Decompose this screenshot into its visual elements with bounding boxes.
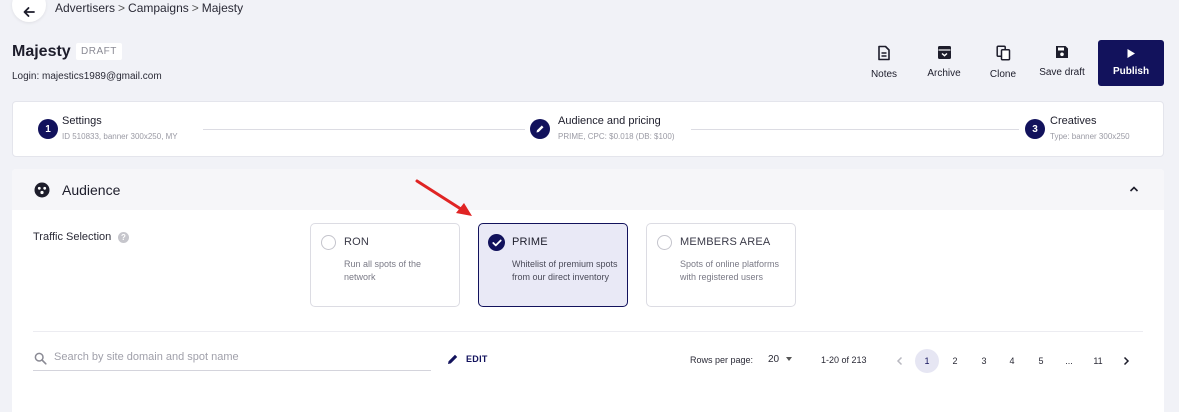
notes-icon (878, 45, 890, 61)
option-title: PRIME (512, 236, 548, 248)
step-2-edit[interactable] (530, 119, 550, 139)
step-1-number[interactable]: 1 (38, 119, 58, 139)
clone-icon (995, 45, 1010, 61)
pagination-range: 1-20 of 213 (821, 355, 867, 365)
spot-search (33, 348, 431, 371)
page-ellipsis: ... (1065, 356, 1073, 366)
publish-button[interactable]: Publish (1098, 40, 1164, 86)
page-11[interactable]: 11 (1086, 349, 1110, 373)
back-button[interactable] (12, 0, 46, 22)
option-title: MEMBERS AREA (680, 236, 771, 248)
step-2-title[interactable]: Audience and pricing (558, 115, 661, 127)
radio-button[interactable] (321, 235, 336, 250)
check-icon (491, 239, 502, 246)
step-1-subtitle: ID 510833, banner 300x250, MY (62, 132, 178, 141)
prev-page-button[interactable] (887, 349, 911, 373)
step-1-title[interactable]: Settings (62, 115, 102, 127)
radio-button[interactable] (657, 235, 672, 250)
breadcrumb-separator: > (191, 1, 199, 15)
step-2-subtitle: PRIME, CPC: $0.018 (DB: $100) (558, 132, 675, 141)
traffic-selection-label: Traffic Selection (33, 231, 112, 243)
rows-per-page-select[interactable]: 20 (768, 354, 779, 365)
option-title: RON (344, 236, 370, 248)
status-badge: DRAFT (76, 43, 122, 60)
step-3-subtitle: Type: banner 300x250 (1050, 132, 1130, 141)
login-email: Login: majestics1989@gmail.com (12, 71, 162, 82)
rows-per-page-label: Rows per page: (690, 355, 754, 365)
section-divider (33, 331, 1143, 332)
traffic-option-ron[interactable]: RON Run all spots of the network (310, 223, 460, 307)
traffic-option-members-area[interactable]: MEMBERS AREA Spots of online platforms w… (646, 223, 796, 307)
breadcrumb-advertisers[interactable]: Advertisers (55, 1, 115, 15)
archive-icon (937, 46, 951, 59)
step-connector (691, 129, 1019, 130)
pencil-icon (448, 354, 458, 364)
page-3[interactable]: 3 (972, 349, 996, 373)
page-title: Majesty (12, 43, 71, 60)
audience-title: Audience (62, 182, 121, 198)
save-draft-button[interactable]: Save draft (1036, 40, 1088, 86)
save-draft-label: Save draft (1039, 67, 1085, 78)
edit-button[interactable]: EDIT (447, 353, 488, 365)
publish-label: Publish (1112, 66, 1150, 77)
archive-label: Archive (927, 68, 961, 79)
step-3-title[interactable]: Creatives (1050, 115, 1096, 127)
page-1[interactable]: 1 (915, 349, 939, 373)
clone-label: Clone (989, 69, 1017, 80)
save-icon (1056, 46, 1068, 58)
breadcrumb-separator: > (118, 1, 126, 15)
page-4[interactable]: 4 (1000, 349, 1024, 373)
archive-button[interactable]: Archive (918, 40, 970, 86)
next-page-button[interactable] (1114, 349, 1138, 373)
step-3-number[interactable]: 3 (1025, 119, 1045, 139)
annotation-arrow-icon (415, 179, 472, 216)
step-connector (203, 129, 525, 130)
clone-button[interactable]: Clone (977, 40, 1029, 86)
page-2[interactable]: 2 (943, 349, 967, 373)
option-description: Spots of online platforms with registere… (680, 259, 780, 282)
traffic-option-prime[interactable]: PRIME Whitelist of premium spots from ou… (478, 223, 628, 307)
arrow-left-icon (23, 7, 35, 17)
radio-checked[interactable] (488, 234, 505, 251)
audience-icon (34, 182, 50, 198)
campaign-stepper: 1 Settings ID 510833, banner 300x250, MY… (12, 101, 1164, 157)
help-icon[interactable]: ? (118, 232, 129, 243)
edit-label: EDIT (466, 354, 488, 364)
breadcrumb-campaigns[interactable]: Campaigns (128, 1, 189, 15)
search-icon (34, 352, 47, 365)
chevron-right-icon (1123, 356, 1129, 366)
chevron-left-icon (896, 356, 902, 366)
caret-down-icon[interactable] (786, 357, 792, 361)
notes-button[interactable]: Notes (858, 40, 910, 86)
notes-label: Notes (870, 69, 898, 80)
page-5[interactable]: 5 (1029, 349, 1053, 373)
option-description: Run all spots of the network (344, 259, 422, 282)
audience-header[interactable]: Audience (12, 169, 1164, 210)
breadcrumb: Advertisers > Campaigns > Majesty (55, 1, 243, 15)
option-description: Whitelist of premium spots from our dire… (512, 259, 618, 282)
pencil-icon (536, 125, 544, 133)
search-input[interactable] (54, 351, 424, 363)
play-icon (1127, 49, 1135, 58)
chevron-up-icon[interactable] (1129, 185, 1139, 193)
breadcrumb-current: Majesty (201, 1, 244, 15)
